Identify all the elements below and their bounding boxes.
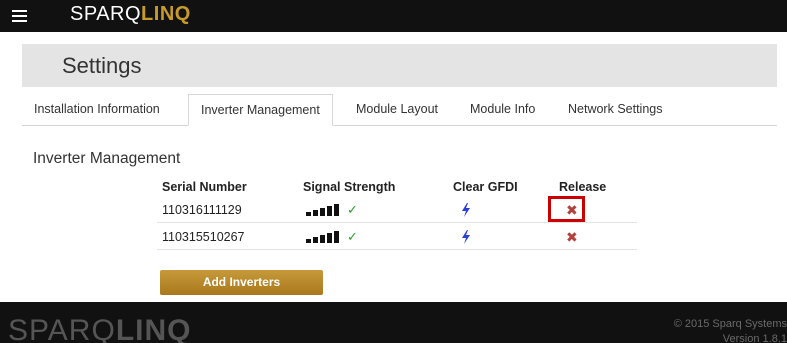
column-header-clear-gfdi: Clear GFDI — [453, 180, 518, 194]
tab-installation-information[interactable]: Installation Information — [34, 94, 160, 124]
tab-module-layout[interactable]: Module Layout — [356, 94, 438, 124]
add-inverters-button[interactable]: Add Inverters — [160, 270, 323, 295]
top-nav-bar: SPARQLINQ — [0, 0, 787, 32]
footer: SPARQLINQ © 2015 Sparq Systems Version 1… — [0, 302, 787, 343]
footer-brand-part1: SPARQ — [8, 314, 116, 343]
column-header-signal-strength: Signal Strength — [303, 180, 396, 194]
version-text: Version 1.8.1 — [722, 333, 787, 343]
clear-gfdi-lightning-bolt-icon[interactable] — [461, 203, 471, 217]
table-row: 110315510267 ✓ ✖ — [157, 225, 637, 250]
copyright-text: © 2015 Sparq Systems — [673, 318, 787, 330]
section-title: Inverter Management — [33, 150, 181, 167]
settings-tabs: Installation Information Inverter Manage… — [22, 94, 777, 126]
release-x-icon[interactable]: ✖ — [566, 227, 578, 247]
brand-logo: SPARQLINQ — [70, 3, 191, 26]
footer-brand-part2: LINQ — [115, 314, 192, 343]
footer-brand-logo: SPARQLINQ — [8, 314, 191, 343]
signal-ok-check-icon: ✓ — [347, 229, 358, 244]
page-title: Settings — [62, 53, 142, 78]
tab-inverter-management[interactable]: Inverter Management — [188, 94, 333, 126]
tab-network-settings[interactable]: Network Settings — [568, 94, 662, 124]
column-header-release: Release — [559, 180, 607, 194]
release-highlight-box — [548, 196, 585, 222]
signal-strength-icon — [306, 231, 346, 243]
signal-ok-check-icon: ✓ — [347, 202, 358, 217]
settings-header: Settings — [22, 44, 777, 87]
clear-gfdi-lightning-bolt-icon[interactable] — [461, 230, 471, 244]
signal-strength-icon — [306, 204, 346, 216]
tab-module-info[interactable]: Module Info — [470, 94, 535, 124]
hamburger-menu-icon[interactable] — [12, 10, 27, 22]
brand-logo-part1: SPARQ — [70, 3, 142, 25]
brand-logo-part2: LINQ — [141, 3, 191, 25]
serial-number-cell: 110315510267 — [162, 230, 245, 244]
column-header-serial-number: Serial Number — [162, 180, 247, 194]
serial-number-cell: 110316111129 — [162, 203, 242, 217]
